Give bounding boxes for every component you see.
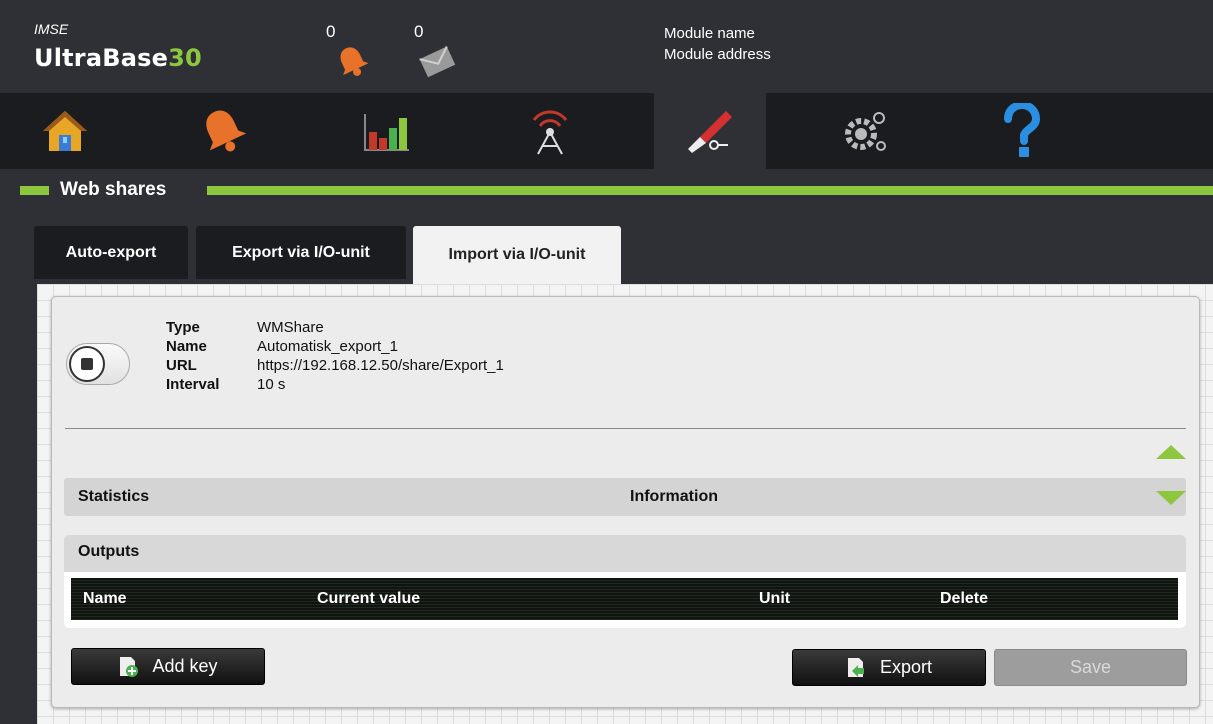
- section-accent-bar: [20, 186, 49, 195]
- app-header: IMSE UltraBase30 0 0 Module name Module …: [0, 0, 1213, 93]
- web-share-panel: Type Name URL Interval WMShare Automatis…: [51, 296, 1200, 708]
- brand-company: IMSE: [34, 21, 69, 37]
- toggle-knob: [69, 346, 105, 382]
- information-label: Information: [630, 488, 718, 505]
- add-key-label: Add key: [152, 656, 218, 676]
- expand-arrow-icon[interactable]: [1156, 491, 1186, 505]
- share-info-labels: Type Name URL Interval: [166, 318, 219, 394]
- save-button[interactable]: Save: [994, 649, 1187, 686]
- tab-import-via-io-unit[interactable]: Import via I/O-unit: [413, 226, 621, 284]
- module-info: Module name Module address: [664, 23, 771, 65]
- settings-icon: [845, 112, 886, 151]
- column-header-name[interactable]: Name: [83, 590, 127, 608]
- add-key-button[interactable]: Add key: [71, 648, 265, 685]
- nav-communication[interactable]: [515, 93, 585, 169]
- tools-icon: [688, 111, 732, 153]
- nav-home[interactable]: [30, 93, 100, 169]
- chart-icon: [364, 114, 409, 151]
- alarm-count: 0: [326, 22, 336, 41]
- export-document-icon: [847, 657, 864, 677]
- add-document-icon: [120, 656, 139, 677]
- name-value: Automatisk_export_1: [257, 338, 398, 355]
- statistics-bar[interactable]: Statistics Information: [64, 478, 1186, 516]
- alarm-bell-icon: [206, 110, 247, 152]
- nav-charts[interactable]: [350, 93, 420, 169]
- column-header-current-value[interactable]: Current value: [317, 590, 420, 608]
- section-accent-bar: [207, 186, 1213, 195]
- interval-label: Interval: [166, 376, 220, 393]
- nav-alarms[interactable]: [188, 93, 258, 169]
- nav-tools[interactable]: [654, 93, 766, 169]
- column-header-delete[interactable]: Delete: [940, 590, 988, 608]
- brand-logo: UltraBase30: [34, 44, 202, 72]
- url-label: URL: [166, 357, 197, 374]
- statistics-label: Statistics: [78, 488, 150, 505]
- outputs-table: Name Current value Unit Delete: [64, 572, 1186, 628]
- collapse-arrow-icon[interactable]: [1156, 445, 1186, 459]
- tab-auto-export[interactable]: Auto-export: [34, 226, 188, 279]
- enable-toggle[interactable]: [66, 343, 130, 385]
- message-count: 0: [414, 22, 424, 41]
- outputs-section: Outputs Name Current value Unit Delete: [64, 535, 1186, 628]
- type-label: Type: [166, 319, 200, 336]
- envelope-icon[interactable]: [418, 44, 456, 83]
- url-value: https://192.168.12.50/share/Export_1: [257, 357, 504, 374]
- table-header: Name Current value Unit Delete: [71, 578, 1178, 620]
- brand-number: 30: [168, 44, 202, 72]
- name-label: Name: [166, 338, 207, 355]
- outputs-title: Outputs: [78, 543, 140, 560]
- type-value: WMShare: [257, 319, 324, 336]
- alarm-bell-icon[interactable]: [333, 44, 371, 83]
- module-name: Module name: [664, 25, 755, 42]
- share-info-values: WMShare Automatisk_export_1 https://192.…: [257, 318, 504, 394]
- section-title: Web shares: [60, 179, 167, 200]
- antenna-icon: [532, 110, 568, 155]
- brand-name: UltraBase: [34, 44, 169, 72]
- main-nav: [0, 93, 1213, 169]
- section-header: Web shares: [20, 177, 1213, 207]
- tab-export-via-io-unit[interactable]: Export via I/O-unit: [196, 226, 406, 279]
- home-icon: [43, 111, 87, 151]
- export-label: Export: [879, 657, 933, 677]
- nav-help[interactable]: [985, 93, 1055, 169]
- nav-settings[interactable]: [830, 93, 900, 169]
- interval-value: 10 s: [257, 376, 286, 393]
- module-address: Module address: [664, 46, 771, 63]
- help-icon: [1004, 103, 1040, 157]
- divider: [65, 428, 1186, 429]
- export-button[interactable]: Export: [792, 649, 986, 686]
- stop-icon: [81, 358, 93, 370]
- column-header-unit[interactable]: Unit: [759, 590, 790, 608]
